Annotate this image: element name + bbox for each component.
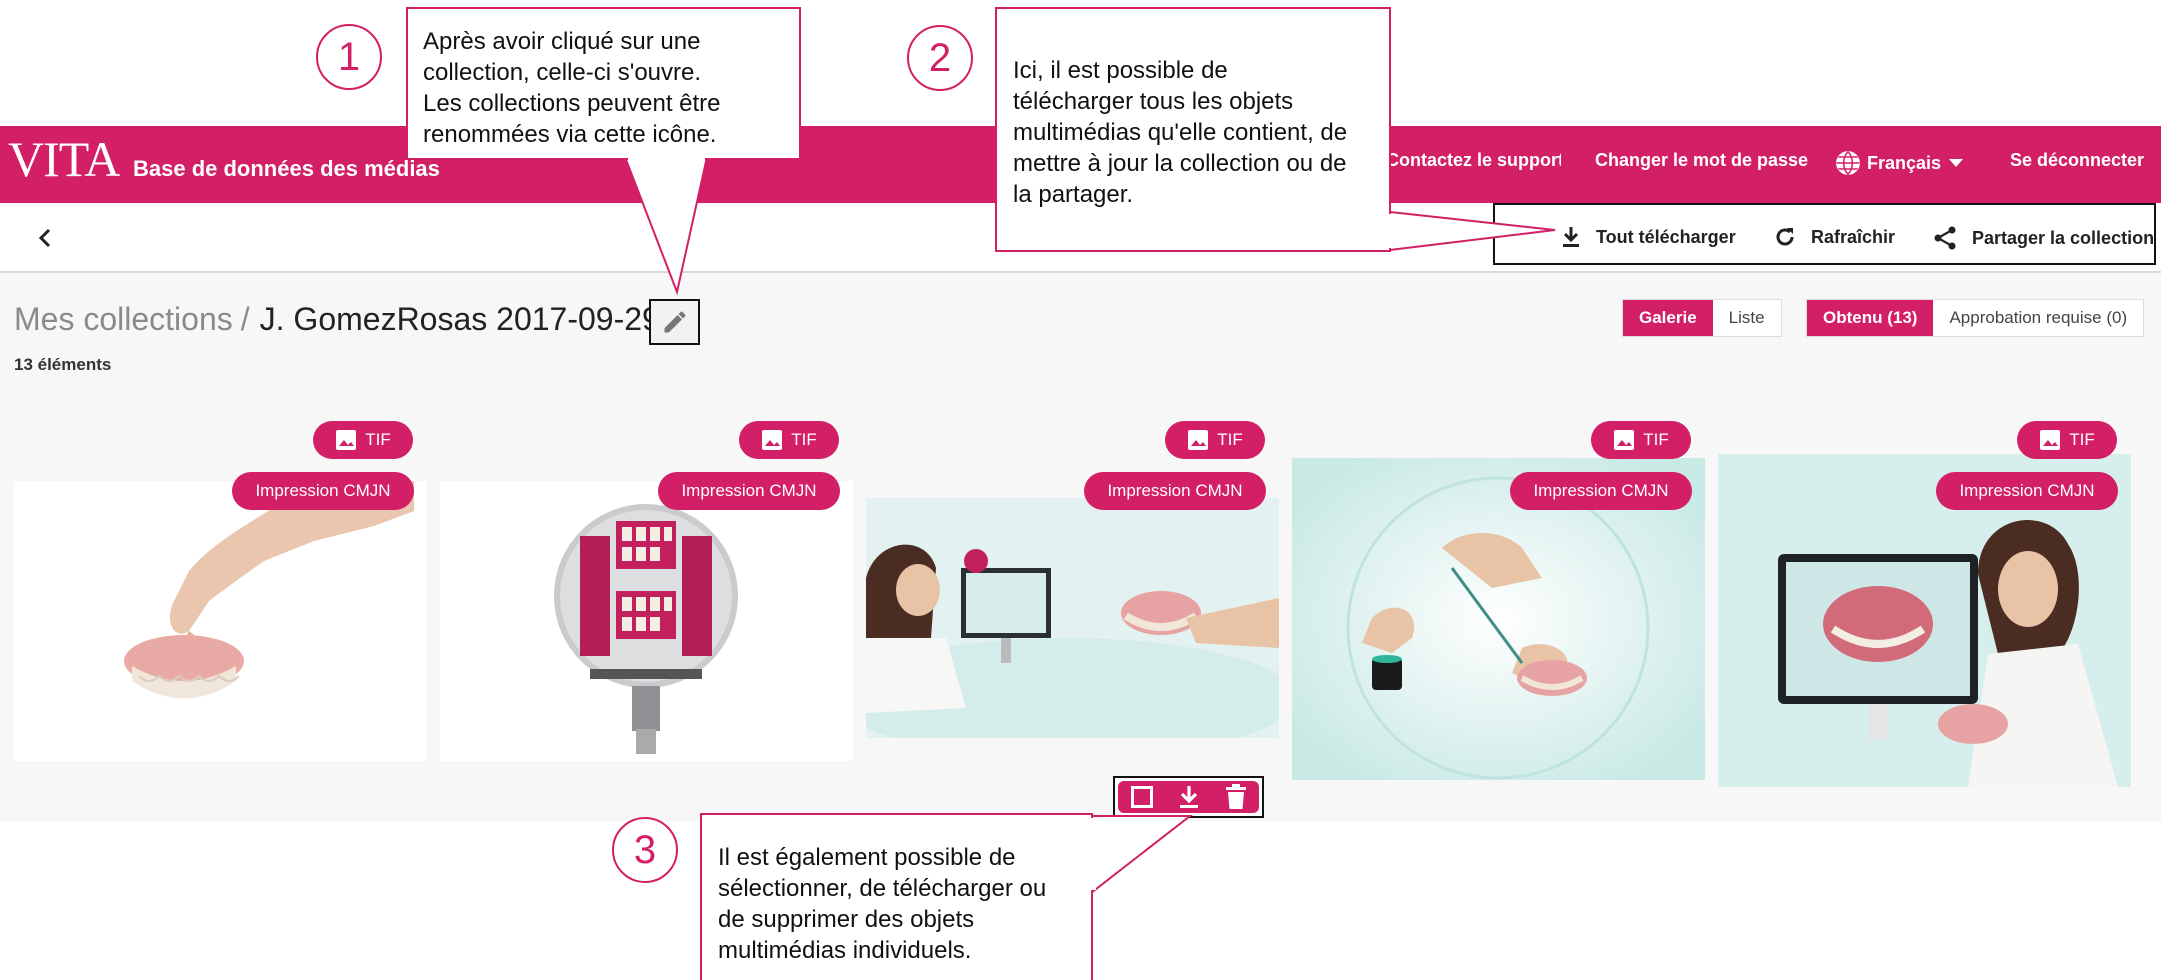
callout-line: Les collections peuvent être bbox=[423, 90, 721, 117]
callout-3: Il est également possible de sélectionne… bbox=[700, 813, 1093, 980]
breadcrumb: Mes collections / J. GomezRosas 2017-09-… bbox=[14, 301, 660, 338]
change-password-link[interactable]: Changer le mot de passe bbox=[1595, 150, 1808, 171]
card-action-bar bbox=[1113, 776, 1264, 818]
callout-line: collection, celle-ci s'ouvre. bbox=[423, 59, 702, 86]
format-label: TIF bbox=[1217, 430, 1243, 449]
print-badge: Impression CMJN bbox=[1084, 472, 1266, 510]
language-label: Français bbox=[1867, 152, 1942, 173]
globe-icon bbox=[1836, 151, 1860, 175]
format-badge: TIF bbox=[313, 421, 413, 459]
callout-2: Ici, il est possible de télécharger tous… bbox=[995, 7, 1391, 252]
callout-line: renommées via cette icône. bbox=[423, 121, 717, 148]
media-card[interactable] bbox=[14, 481, 427, 761]
callout-line: la partager. bbox=[1013, 181, 1134, 208]
callout-line: de supprimer des objets bbox=[718, 906, 975, 933]
callout-1: Après avoir cliqué sur une collection, c… bbox=[406, 7, 801, 160]
hand-holding-denture-photo bbox=[124, 481, 414, 699]
callout-line: multimédias individuels. bbox=[718, 937, 972, 964]
callout-number-2: 2 bbox=[907, 25, 973, 91]
list-view-button[interactable]: Liste bbox=[1713, 300, 1781, 336]
back-button[interactable] bbox=[30, 221, 60, 255]
approval-filter-button[interactable]: Approbation requise (0) bbox=[1933, 300, 2143, 336]
callout-line: Après avoir cliqué sur une bbox=[423, 28, 701, 55]
image-icon bbox=[1188, 430, 1209, 450]
collection-content: Mes collections / J. GomezRosas 2017-09-… bbox=[0, 273, 2161, 821]
breadcrumb-separator: / bbox=[240, 301, 250, 337]
language-selector[interactable]: Français bbox=[1835, 150, 1965, 176]
woman-at-computer-with-denture-photo bbox=[866, 498, 1279, 738]
image-icon bbox=[762, 430, 783, 450]
format-badge: TIF bbox=[1591, 421, 1691, 459]
support-link[interactable]: Contactez le support bbox=[1386, 150, 1561, 171]
callout-line: multimédias qu'elle contient, de bbox=[1013, 119, 1348, 146]
format-label: TIF bbox=[2069, 430, 2095, 449]
media-card[interactable] bbox=[440, 481, 853, 761]
format-badge: TIF bbox=[739, 421, 839, 459]
pencil-icon bbox=[664, 311, 685, 333]
callout-line: mettre à jour la collection ou de bbox=[1013, 150, 1347, 177]
chevron-left-icon bbox=[38, 228, 51, 248]
image-icon bbox=[336, 430, 357, 450]
app-title: Base de données des médias bbox=[133, 156, 440, 181]
media-card[interactable] bbox=[866, 498, 1279, 738]
callout-line: Il est également possible de bbox=[718, 844, 1016, 871]
toolbar-actions-highlight bbox=[1493, 203, 2156, 265]
print-badge: Impression CMJN bbox=[658, 472, 840, 510]
image-icon bbox=[2040, 430, 2061, 450]
support-link-label: Contactez le support bbox=[1386, 150, 1561, 170]
callout-number-1: 1 bbox=[316, 24, 382, 90]
caret-down-icon bbox=[1949, 159, 1964, 167]
print-badge: Impression CMJN bbox=[1510, 472, 1692, 510]
format-label: TIF bbox=[365, 430, 391, 449]
rename-collection-button[interactable] bbox=[649, 299, 700, 345]
format-badge: TIF bbox=[2017, 421, 2117, 459]
status-toggle: Obtenu (13) Approbation requise (0) bbox=[1806, 299, 2145, 337]
view-toggle: Galerie Liste bbox=[1622, 299, 1782, 337]
checkbox-icon[interactable] bbox=[1130, 785, 1154, 809]
format-badge: TIF bbox=[1165, 421, 1265, 459]
shade-device-with-teeth-photo bbox=[554, 504, 738, 754]
gallery-view-button[interactable]: Galerie bbox=[1623, 300, 1713, 336]
format-label: TIF bbox=[791, 430, 817, 449]
collection-title: J. GomezRosas 2017-09-29 bbox=[259, 301, 660, 337]
callout-line: sélectionner, de télécharger ou bbox=[718, 875, 1047, 902]
breadcrumb-parent[interactable]: Mes collections bbox=[14, 301, 233, 338]
callout-line: Ici, il est possible de bbox=[1013, 57, 1228, 84]
print-badge: Impression CMJN bbox=[1936, 472, 2118, 510]
obtained-filter-button[interactable]: Obtenu (13) bbox=[1807, 300, 1934, 336]
item-count: 13 éléments bbox=[14, 355, 112, 374]
callout-number-3: 3 bbox=[612, 817, 678, 883]
logout-link[interactable]: Se déconnecter bbox=[2010, 150, 2144, 171]
image-icon bbox=[1614, 430, 1635, 450]
trash-icon[interactable] bbox=[1225, 784, 1247, 810]
callout-line: télécharger tous les objets bbox=[1013, 88, 1294, 115]
download-icon[interactable] bbox=[1177, 784, 1201, 810]
vita-logo[interactable]: VITA bbox=[8, 130, 120, 188]
format-label: TIF bbox=[1643, 430, 1669, 449]
print-badge: Impression CMJN bbox=[232, 472, 414, 510]
